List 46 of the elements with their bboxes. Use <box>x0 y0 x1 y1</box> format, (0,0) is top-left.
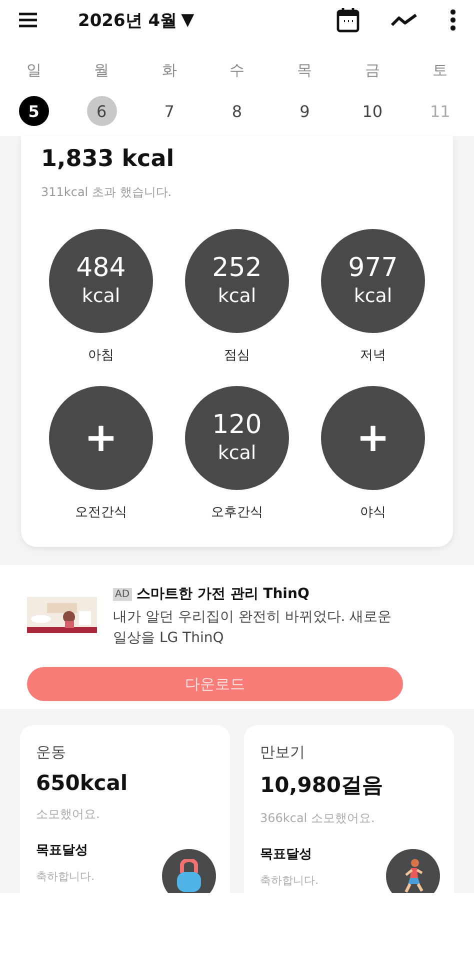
today-date[interactable]: 6 <box>86 96 117 126</box>
activity-title: 운동 <box>36 743 67 762</box>
kettlebell-icon <box>174 859 204 893</box>
activity-value: 650kcal <box>36 771 129 795</box>
meal-calories-button[interactable]: 484 kcal <box>49 229 153 333</box>
weekday-label: 월 <box>94 61 110 80</box>
weekday-label: 금 <box>364 61 380 80</box>
ad-text: 내가 알던 우리집이 완전히 바뀌었다. 새로운 일상을 LG ThinQ <box>113 608 393 648</box>
calendar-date[interactable]: 7 <box>154 96 184 126</box>
selected-date[interactable]: 5 <box>18 96 49 126</box>
goal-title: 목표달성 <box>260 846 312 863</box>
menu-icon[interactable] <box>18 12 38 28</box>
calendar-date[interactable]: 8 <box>222 96 252 126</box>
weekday-label: 목 <box>297 61 312 80</box>
trend-icon[interactable] <box>390 12 418 28</box>
total-calories: 1,833 kcal <box>41 146 176 172</box>
meal-label: 점심 <box>224 347 250 364</box>
weekday-label: 일 <box>26 61 42 80</box>
meal-calories-button[interactable]: 977 kcal <box>321 229 425 333</box>
meal-label: 야식 <box>360 504 386 521</box>
weekday-label: 토 <box>432 61 448 80</box>
meal-label: 저녁 <box>360 347 386 364</box>
calendar-date[interactable]: 9 <box>290 96 320 126</box>
meal-label: 아침 <box>88 347 114 364</box>
activity-title: 만보기 <box>260 743 306 762</box>
weekday-label: 수 <box>229 61 244 80</box>
month-selector[interactable]: 2026년 4월 ▼ <box>78 8 194 32</box>
calorie-note: 311kcal 초과 했습니다. <box>41 184 173 201</box>
ad-badge: AD <box>113 588 132 600</box>
ad-title: 스마트한 가전 관리 ThinQ <box>136 585 310 603</box>
meal-calories-button[interactable]: 120 kcal <box>185 386 289 490</box>
calendar-icon[interactable] <box>336 7 360 33</box>
goal-title: 목표달성 <box>36 842 88 859</box>
more-icon[interactable] <box>450 9 456 31</box>
meal-label: 오후간식 <box>211 504 263 521</box>
goal-note: 축하합니다. <box>260 873 318 889</box>
activity-note: 소모했어요. <box>36 806 100 823</box>
meal-label: 오전간식 <box>75 504 127 521</box>
add-meal-button[interactable]: + <box>49 386 153 490</box>
activity-note: 366kcal 소모했어요. <box>260 810 375 827</box>
goal-note: 축하합니다. <box>36 869 94 885</box>
add-meal-button[interactable]: + <box>321 386 425 490</box>
meal-calories-button[interactable]: 252 kcal <box>185 229 289 333</box>
activity-value: 10,980걸음 <box>260 772 384 799</box>
weekday-label: 화 <box>162 61 177 80</box>
calendar-date[interactable]: 10 <box>357 96 388 126</box>
